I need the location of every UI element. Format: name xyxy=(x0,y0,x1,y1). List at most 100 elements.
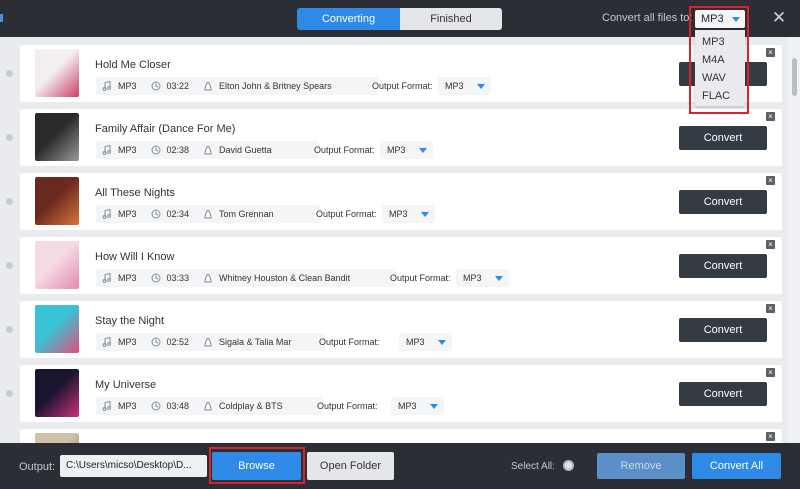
row-select-dot[interactable] xyxy=(6,390,13,397)
output-format-value: MP3 xyxy=(389,209,408,219)
song-title: Family Affair (Dance For Me) xyxy=(95,123,236,135)
album-cover xyxy=(35,241,79,289)
select-all-label: Select All: xyxy=(511,461,555,472)
output-format-select[interactable]: MP3 xyxy=(399,333,452,351)
format-option-m4a[interactable]: M4A xyxy=(695,51,745,69)
album-cover xyxy=(35,177,79,225)
song-format: MP3 xyxy=(118,337,137,347)
convert-button[interactable]: Convert xyxy=(679,318,767,342)
song-artist: Sigala & Talia Mar xyxy=(219,337,292,347)
close-icon[interactable]: ✕ xyxy=(770,8,788,28)
album-cover xyxy=(35,305,79,353)
artist-icon xyxy=(203,273,213,283)
output-format-select[interactable]: MP3 xyxy=(380,141,433,159)
song-format: MP3 xyxy=(118,145,137,155)
delete-icon[interactable]: × xyxy=(766,48,775,57)
song-title: Stay the Night xyxy=(95,315,165,327)
delete-icon[interactable]: × xyxy=(766,304,775,313)
delete-icon[interactable]: × xyxy=(766,368,775,377)
chevron-down-icon xyxy=(419,148,427,153)
clock-icon xyxy=(151,81,161,91)
scrollbar-thumb[interactable] xyxy=(792,58,797,96)
output-format-select[interactable]: MP3 xyxy=(438,77,491,95)
album-cover xyxy=(35,113,79,161)
song-meta: MP3 03:33 Whitney Houston & Clean Bandit xyxy=(96,269,396,287)
delete-icon[interactable]: × xyxy=(766,240,775,249)
output-format-label: Output Format: xyxy=(319,337,380,347)
music-note-icon xyxy=(102,337,112,347)
delete-icon[interactable]: × xyxy=(766,112,775,121)
clock-icon xyxy=(151,401,161,411)
output-format-select[interactable]: MP3 xyxy=(382,205,435,223)
song-duration: 02:38 xyxy=(166,145,190,155)
song-artist: Elton John & Britney Spears xyxy=(219,81,332,91)
chevron-down-icon xyxy=(438,340,446,345)
song-title: My Universe xyxy=(95,379,157,391)
song-meta: MP3 02:34 Tom Grennan xyxy=(96,205,321,223)
output-path-field[interactable]: C:\Users\micso\Desktop\D... xyxy=(60,455,207,477)
scrollbar[interactable] xyxy=(788,37,800,443)
song-meta: MP3 03:48 Coldplay & BTS xyxy=(96,397,323,415)
row-select-dot[interactable] xyxy=(6,198,13,205)
song-meta: MP3 02:38 David Guetta xyxy=(96,141,319,159)
output-format-value: MP3 xyxy=(398,401,417,411)
output-format-label: Output Format: xyxy=(317,401,378,411)
clock-icon xyxy=(151,209,161,219)
song-duration: 02:52 xyxy=(166,337,190,347)
format-option-wav[interactable]: WAV xyxy=(695,69,745,87)
delete-icon[interactable]: × xyxy=(766,432,775,441)
song-row[interactable]: How Will I Know MP3 03:33 Whitney Houston &… xyxy=(6,237,782,294)
browse-button[interactable]: Browse xyxy=(212,452,301,480)
convert-button[interactable]: Convert xyxy=(679,126,767,150)
output-format-select[interactable]: MP3 xyxy=(391,397,444,415)
artist-icon xyxy=(203,145,213,155)
tab-finished[interactable]: Finished xyxy=(400,8,502,30)
song-duration: 03:33 xyxy=(166,273,190,283)
row-select-dot[interactable] xyxy=(6,262,13,269)
chevron-down-icon xyxy=(732,17,740,22)
convert-button[interactable]: Convert xyxy=(679,382,767,406)
song-artist: David Guetta xyxy=(219,145,272,155)
convert-button[interactable]: Convert xyxy=(679,190,767,214)
song-row[interactable]: Family Affair (Dance For Me) MP3 02:38 Davi… xyxy=(6,109,782,166)
artist-icon xyxy=(203,81,213,91)
song-artist: Tom Grennan xyxy=(219,209,274,219)
convert-all-format-select[interactable]: MP3 xyxy=(695,10,745,28)
window-edge-mark xyxy=(0,14,3,22)
song-title: How Will I Know xyxy=(95,251,175,263)
chevron-down-icon xyxy=(477,84,485,89)
music-note-icon xyxy=(102,273,112,283)
remove-button[interactable]: Remove xyxy=(597,453,685,479)
tab-converting[interactable]: Converting xyxy=(297,8,400,30)
convert-all-label: Convert all files to: xyxy=(602,12,693,24)
output-format-label: Output Format: xyxy=(316,209,377,219)
select-all-radio[interactable] xyxy=(563,460,574,471)
convert-all-button[interactable]: Convert All xyxy=(692,453,781,479)
song-artist: Whitney Houston & Clean Bandit xyxy=(219,273,351,283)
album-cover xyxy=(35,49,79,97)
row-select-dot[interactable] xyxy=(6,70,13,77)
song-duration: 02:34 xyxy=(166,209,190,219)
song-row[interactable]: Hold Me Closer MP3 03:22 Elton John & Britn… xyxy=(6,45,782,102)
music-note-icon xyxy=(102,145,112,155)
song-format: MP3 xyxy=(118,401,137,411)
artist-icon xyxy=(203,209,213,219)
song-row[interactable]: My Universe MP3 03:48 Coldplay & BTS Output … xyxy=(6,365,782,422)
row-select-dot[interactable] xyxy=(6,326,13,333)
output-format-select[interactable]: MP3 xyxy=(456,269,509,287)
format-option-flac[interactable]: FLAC xyxy=(695,87,745,105)
convert-button[interactable]: Convert xyxy=(679,254,767,278)
row-select-dot[interactable] xyxy=(6,134,13,141)
song-row[interactable]: All These Nights MP3 02:34 Tom Grennan Outpu… xyxy=(6,173,782,230)
output-format-value: MP3 xyxy=(463,273,482,283)
album-cover xyxy=(35,369,79,417)
open-folder-button[interactable]: Open Folder xyxy=(307,452,394,480)
delete-icon[interactable]: × xyxy=(766,176,775,185)
song-row[interactable]: Stay the Night MP3 02:52 Sigala & Talia Mar… xyxy=(6,301,782,358)
clock-icon xyxy=(151,145,161,155)
format-option-mp3[interactable]: MP3 xyxy=(695,33,745,51)
output-format-value: MP3 xyxy=(406,337,425,347)
song-duration: 03:48 xyxy=(166,401,190,411)
clock-icon xyxy=(151,337,161,347)
music-note-icon xyxy=(102,401,112,411)
